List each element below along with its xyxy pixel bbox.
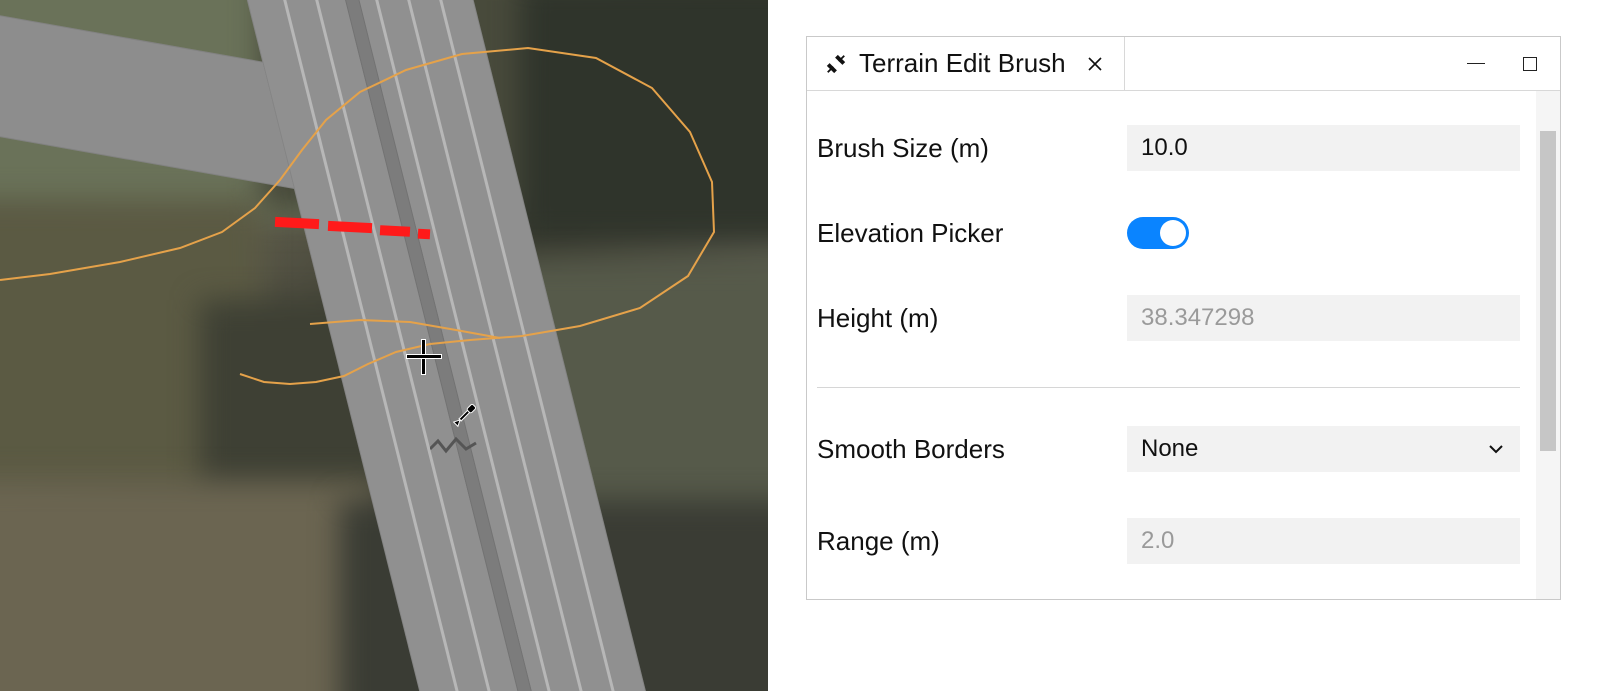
chevron-down-icon — [1486, 439, 1506, 459]
row-smooth-borders: Smooth Borders None — [817, 426, 1520, 472]
toggle-knob — [1160, 220, 1186, 246]
maximize-button[interactable] — [1520, 54, 1540, 74]
row-height: Height (m) — [817, 295, 1520, 341]
terrain-edit-brush-panel: Terrain Edit Brush Brush Size (m) — [806, 36, 1561, 600]
section-divider — [817, 387, 1520, 388]
smooth-borders-select[interactable]: None — [1127, 426, 1520, 472]
row-range: Range (m) — [817, 518, 1520, 564]
brush-size-input[interactable] — [1127, 125, 1520, 171]
terrain-texture — [520, 0, 768, 240]
height-input[interactable] — [1127, 295, 1520, 341]
eyedropper-icon — [450, 400, 480, 430]
app-root: Terrain Edit Brush Brush Size (m) — [0, 0, 1600, 691]
properties-list: Brush Size (m) Elevation Picker — [807, 91, 1536, 599]
label-brush-size: Brush Size (m) — [817, 133, 1127, 164]
window-controls — [1466, 37, 1560, 90]
terrain-viewport[interactable] — [0, 0, 768, 691]
stop-line — [380, 225, 410, 237]
row-elevation-picker: Elevation Picker — [817, 217, 1520, 249]
label-smooth-borders: Smooth Borders — [817, 434, 1127, 465]
stop-line — [418, 229, 431, 240]
panel-body: Brush Size (m) Elevation Picker — [807, 91, 1560, 599]
row-brush-size: Brush Size (m) — [817, 125, 1520, 171]
elevation-picker-toggle[interactable] — [1127, 217, 1189, 249]
terrain-wave-icon — [430, 435, 478, 455]
panel-title: Terrain Edit Brush — [859, 48, 1066, 79]
right-pane: Terrain Edit Brush Brush Size (m) — [768, 0, 1600, 691]
terrain-texture — [0, 480, 380, 691]
panel-tab[interactable]: Terrain Edit Brush — [807, 37, 1125, 90]
label-height: Height (m) — [817, 303, 1127, 334]
scrollbar[interactable] — [1536, 91, 1560, 599]
label-range: Range (m) — [817, 526, 1127, 557]
smooth-borders-value: None — [1141, 435, 1198, 463]
stop-line — [275, 217, 319, 229]
range-input[interactable] — [1127, 518, 1520, 564]
tools-icon — [825, 53, 847, 75]
minimize-button[interactable] — [1466, 54, 1486, 74]
panel-titlebar: Terrain Edit Brush — [807, 37, 1560, 91]
label-elevation-picker: Elevation Picker — [817, 218, 1127, 249]
close-tab-button[interactable] — [1084, 53, 1106, 75]
scrollbar-thumb[interactable] — [1540, 131, 1556, 451]
